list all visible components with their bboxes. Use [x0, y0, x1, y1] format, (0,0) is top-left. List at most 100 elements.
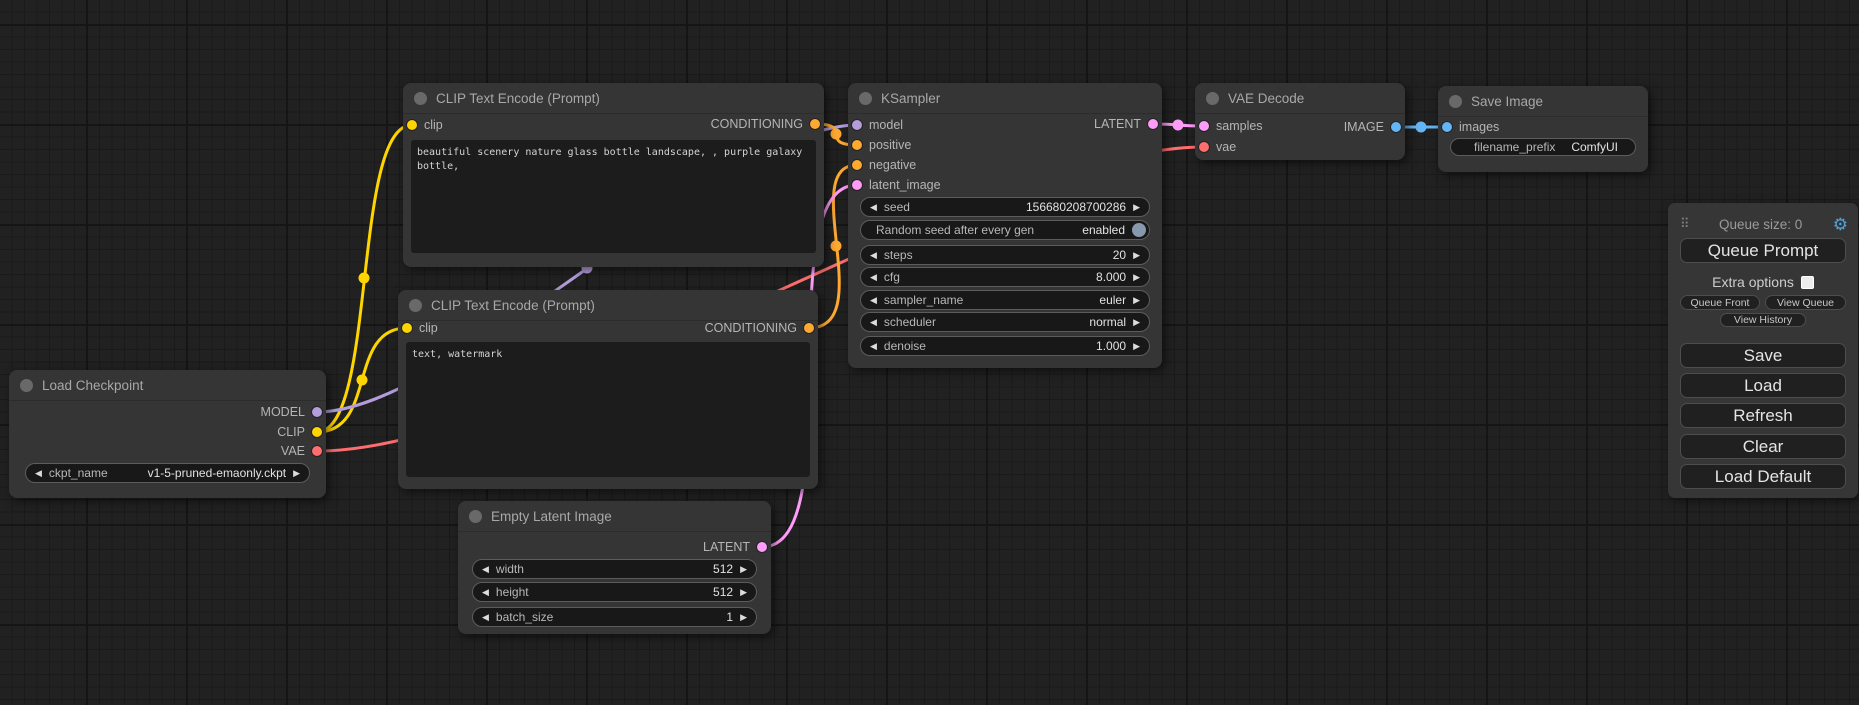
- node-title-bar[interactable]: CLIP Text Encode (Prompt): [398, 290, 818, 321]
- width-widget[interactable]: ◀ width 512 ▶: [472, 559, 757, 579]
- arrow-right-icon[interactable]: ▶: [1133, 273, 1140, 282]
- comfyui-canvas[interactable]: { "port_colors": { "model": "#B39DDB", "…: [0, 0, 1859, 705]
- arrow-right-icon[interactable]: ▶: [740, 588, 747, 597]
- conditioning-port-icon[interactable]: [852, 160, 862, 170]
- prompt-textarea[interactable]: text, watermark: [406, 342, 810, 477]
- scheduler-widget[interactable]: ◀ scheduler normal ▶: [860, 312, 1150, 332]
- node-vae-decode[interactable]: VAE Decode samples vae IMAGE: [1195, 83, 1405, 160]
- arrow-right-icon[interactable]: ▶: [1133, 342, 1140, 351]
- arrow-right-icon[interactable]: ▶: [1133, 318, 1140, 327]
- clip-port-icon[interactable]: [407, 120, 417, 130]
- output-slot-vae[interactable]: VAE: [281, 441, 322, 461]
- input-slot-clip[interactable]: clip: [402, 318, 438, 338]
- node-title-bar[interactable]: KSampler: [848, 83, 1162, 114]
- save-button[interactable]: Save: [1680, 343, 1846, 368]
- seed-widget[interactable]: ◀ seed 156680208700286 ▶: [860, 197, 1150, 217]
- input-slot-latent-image[interactable]: latent_image: [852, 175, 941, 195]
- conditioning-port-icon[interactable]: [852, 140, 862, 150]
- node-clip-text-encode-positive[interactable]: CLIP Text Encode (Prompt) clip CONDITION…: [403, 83, 824, 267]
- input-slot-clip[interactable]: clip: [407, 115, 443, 135]
- latent-port-icon[interactable]: [1148, 119, 1158, 129]
- latent-port-icon[interactable]: [757, 542, 767, 552]
- arrow-right-icon[interactable]: ▶: [1133, 251, 1140, 260]
- random-seed-toggle[interactable]: Random seed after every gen enabled: [860, 220, 1150, 240]
- batch-size-widget[interactable]: ◀ batch_size 1 ▶: [472, 607, 757, 627]
- load-default-button[interactable]: Load Default: [1680, 464, 1846, 489]
- node-title-bar[interactable]: CLIP Text Encode (Prompt): [403, 83, 824, 114]
- model-port-icon[interactable]: [312, 407, 322, 417]
- arrow-left-icon[interactable]: ◀: [870, 273, 877, 282]
- image-port-icon[interactable]: [1391, 122, 1401, 132]
- node-ksampler[interactable]: KSampler model positive negative latent_…: [848, 83, 1162, 368]
- arrow-left-icon[interactable]: ◀: [482, 565, 489, 574]
- arrow-left-icon[interactable]: ◀: [482, 613, 489, 622]
- vae-port-icon[interactable]: [1199, 142, 1209, 152]
- clear-button[interactable]: Clear: [1680, 434, 1846, 459]
- node-clip-text-encode-negative[interactable]: CLIP Text Encode (Prompt) clip CONDITION…: [398, 290, 818, 489]
- clip-port-icon[interactable]: [402, 323, 412, 333]
- output-slot-clip[interactable]: CLIP: [277, 422, 322, 442]
- toggle-knob-icon[interactable]: [1132, 223, 1146, 237]
- collapse-dot-icon[interactable]: [859, 92, 872, 105]
- model-port-icon[interactable]: [852, 120, 862, 130]
- output-slot-image[interactable]: IMAGE: [1344, 117, 1401, 137]
- latent-port-icon[interactable]: [852, 180, 862, 190]
- node-title-bar[interactable]: VAE Decode: [1195, 83, 1405, 114]
- output-slot-latent[interactable]: LATENT: [1094, 114, 1158, 134]
- input-slot-model[interactable]: model: [852, 115, 903, 135]
- prompt-textarea[interactable]: beautiful scenery nature glass bottle la…: [411, 140, 816, 253]
- node-title-bar[interactable]: Save Image: [1438, 86, 1648, 117]
- extra-options-checkbox[interactable]: [1801, 276, 1814, 289]
- arrow-left-icon[interactable]: ◀: [35, 469, 42, 478]
- queue-front-button[interactable]: Queue Front: [1680, 295, 1760, 310]
- collapse-dot-icon[interactable]: [469, 510, 482, 523]
- output-slot-latent[interactable]: LATENT: [703, 537, 767, 557]
- cfg-widget[interactable]: ◀ cfg 8.000 ▶: [860, 267, 1150, 287]
- collapse-dot-icon[interactable]: [414, 92, 427, 105]
- arrow-left-icon[interactable]: ◀: [870, 251, 877, 260]
- collapse-dot-icon[interactable]: [1449, 95, 1462, 108]
- image-port-icon[interactable]: [1442, 122, 1452, 132]
- drag-handle-icon[interactable]: ⠿: [1680, 216, 1689, 232]
- node-save-image[interactable]: Save Image images filename_prefix ComfyU…: [1438, 86, 1648, 172]
- load-button[interactable]: Load: [1680, 373, 1846, 398]
- height-widget[interactable]: ◀ height 512 ▶: [472, 582, 757, 602]
- arrow-right-icon[interactable]: ▶: [740, 565, 747, 574]
- arrow-right-icon[interactable]: ▶: [1133, 296, 1140, 305]
- arrow-right-icon[interactable]: ▶: [740, 613, 747, 622]
- output-slot-model[interactable]: MODEL: [261, 402, 322, 422]
- node-load-checkpoint[interactable]: Load Checkpoint MODEL CLIP VAE ◀ ckpt_na…: [9, 370, 326, 498]
- refresh-button[interactable]: Refresh: [1680, 403, 1846, 428]
- input-slot-positive[interactable]: positive: [852, 135, 911, 155]
- output-slot-conditioning[interactable]: CONDITIONING: [705, 318, 814, 338]
- input-slot-samples[interactable]: samples: [1199, 116, 1263, 136]
- conditioning-port-icon[interactable]: [804, 323, 814, 333]
- arrow-left-icon[interactable]: ◀: [870, 203, 877, 212]
- queue-prompt-button[interactable]: Queue Prompt: [1680, 238, 1846, 263]
- ckpt-name-widget[interactable]: ◀ ckpt_name v1-5-pruned-emaonly.ckpt ▶: [25, 463, 310, 483]
- input-slot-images[interactable]: images: [1442, 117, 1499, 137]
- arrow-left-icon[interactable]: ◀: [870, 296, 877, 305]
- view-history-button[interactable]: View History: [1720, 313, 1806, 327]
- conditioning-port-icon[interactable]: [810, 119, 820, 129]
- arrow-left-icon[interactable]: ◀: [482, 588, 489, 597]
- input-slot-vae[interactable]: vae: [1199, 137, 1236, 157]
- denoise-widget[interactable]: ◀ denoise 1.000 ▶: [860, 336, 1150, 356]
- clip-port-icon[interactable]: [312, 427, 322, 437]
- gear-icon[interactable]: ⚙: [1833, 216, 1848, 233]
- input-slot-negative[interactable]: negative: [852, 155, 916, 175]
- arrow-right-icon[interactable]: ▶: [1133, 203, 1140, 212]
- collapse-dot-icon[interactable]: [20, 379, 33, 392]
- arrow-right-icon[interactable]: ▶: [293, 469, 300, 478]
- arrow-left-icon[interactable]: ◀: [870, 342, 877, 351]
- steps-widget[interactable]: ◀ steps 20 ▶: [860, 245, 1150, 265]
- queue-panel[interactable]: ⠿ Queue size: 0 ⚙ Queue Prompt Extra opt…: [1668, 203, 1858, 498]
- output-slot-conditioning[interactable]: CONDITIONING: [711, 114, 820, 134]
- node-title-bar[interactable]: Load Checkpoint: [9, 370, 326, 401]
- view-queue-button[interactable]: View Queue: [1765, 295, 1846, 310]
- vae-port-icon[interactable]: [312, 446, 322, 456]
- filename-prefix-widget[interactable]: filename_prefix ComfyUI: [1450, 138, 1636, 156]
- arrow-left-icon[interactable]: ◀: [870, 318, 877, 327]
- node-title-bar[interactable]: Empty Latent Image: [458, 501, 771, 532]
- latent-port-icon[interactable]: [1199, 121, 1209, 131]
